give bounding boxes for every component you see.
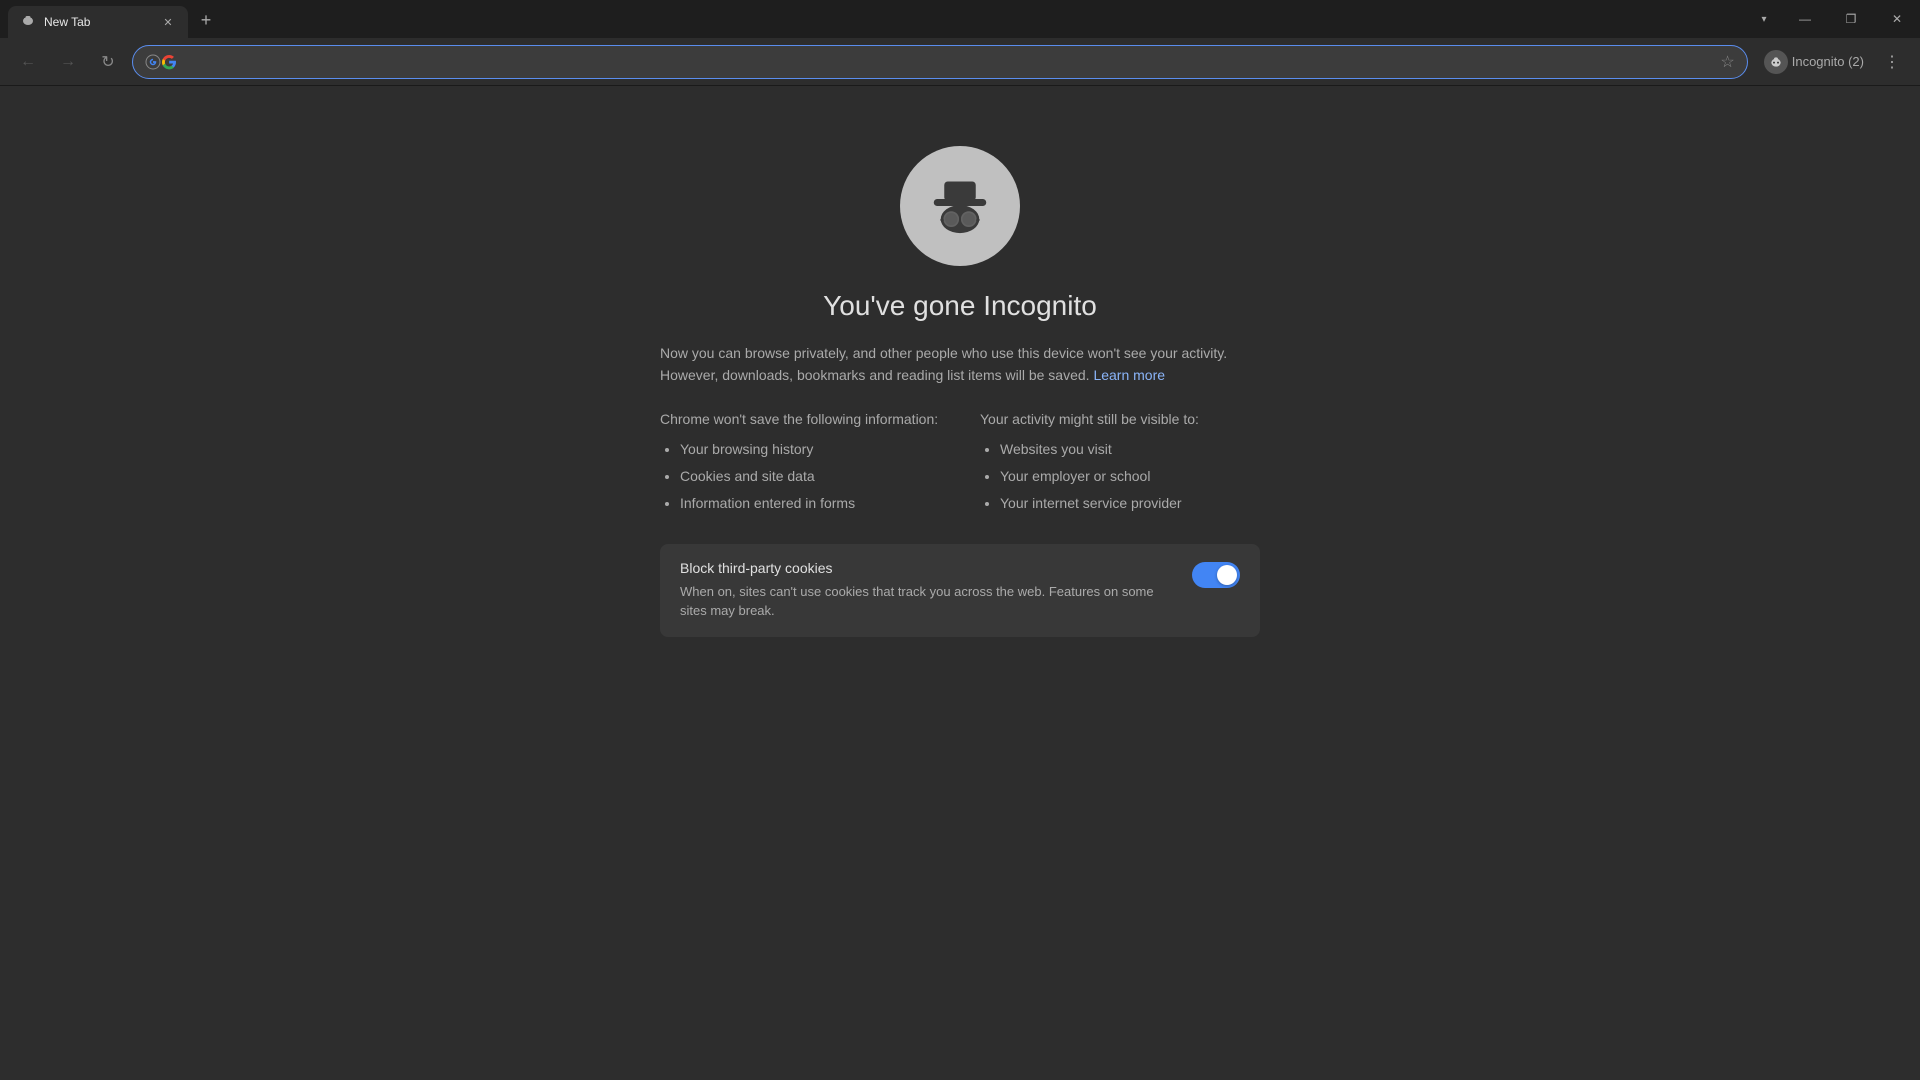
description-line2: However, downloads, bookmarks and readin… xyxy=(660,367,1090,383)
cookie-block-text: Block third-party cookies When on, sites… xyxy=(680,560,1176,621)
reload-button[interactable]: ↻ xyxy=(92,46,124,78)
tab-close-button[interactable]: ✕ xyxy=(160,14,176,30)
incognito-avatar xyxy=(1764,50,1788,74)
list-item: Cookies and site data xyxy=(680,466,940,487)
cookie-block-title: Block third-party cookies xyxy=(680,560,1176,576)
back-button[interactable]: ← xyxy=(12,46,44,78)
activity-visible-list: Websites you visit Your employer or schoo… xyxy=(980,439,1260,514)
list-item: Your employer or school xyxy=(1000,466,1260,487)
active-tab[interactable]: New Tab ✕ xyxy=(8,6,188,38)
incognito-main: You've gone Incognito Now you can browse… xyxy=(660,146,1260,637)
toolbar: ← → ↻ xyxy=(0,38,1920,86)
forward-button[interactable]: → xyxy=(52,46,84,78)
list-item: Your internet service provider xyxy=(1000,493,1260,514)
chrome-wont-save-title: Chrome won't save the following informat… xyxy=(660,411,940,427)
learn-more-link[interactable]: Learn more xyxy=(1093,367,1165,383)
browser-chrome: New Tab ✕ + ▾ — ❐ ✕ ← → xyxy=(0,0,1920,1080)
incognito-logo xyxy=(900,146,1020,266)
chrome-wont-save-column: Chrome won't save the following informat… xyxy=(660,411,940,520)
description-line1: Now you can browse privately, and other … xyxy=(660,345,1227,361)
list-item: Websites you visit xyxy=(1000,439,1260,460)
tab-strip: New Tab ✕ + xyxy=(8,0,220,38)
incognito-profile-button[interactable]: Incognito (2) xyxy=(1756,46,1872,78)
incognito-title: You've gone Incognito xyxy=(823,290,1097,322)
activity-visible-column: Your activity might still be visible to:… xyxy=(980,411,1260,520)
cookie-toggle[interactable] xyxy=(1192,562,1240,588)
cookie-block-description: When on, sites can't use cookies that tr… xyxy=(680,582,1176,621)
chrome-wont-save-list: Your browsing history Cookies and site da… xyxy=(660,439,940,514)
list-item: Information entered in forms xyxy=(680,493,940,514)
maximize-button[interactable]: ❐ xyxy=(1828,0,1874,38)
incognito-description: Now you can browse privately, and other … xyxy=(660,342,1260,387)
window-close-button[interactable]: ✕ xyxy=(1874,0,1920,38)
minimize-button[interactable]: — xyxy=(1782,0,1828,38)
new-tab-button[interactable]: + xyxy=(192,6,220,34)
page-content: You've gone Incognito Now you can browse… xyxy=(0,86,1920,1080)
window-controls: ▾ — ❐ ✕ xyxy=(1750,0,1920,38)
tab-favicon xyxy=(20,14,36,30)
google-icon xyxy=(145,54,161,70)
info-columns: Chrome won't save the following informat… xyxy=(660,411,1260,520)
url-input[interactable] xyxy=(169,54,1712,70)
tab-list-button[interactable]: ▾ xyxy=(1750,5,1778,33)
title-bar: New Tab ✕ + ▾ — ❐ ✕ xyxy=(0,0,1920,38)
bookmark-icon[interactable]: ☆ xyxy=(1720,52,1734,72)
incognito-profile-label: Incognito (2) xyxy=(1792,54,1864,69)
list-item: Your browsing history xyxy=(680,439,940,460)
more-button[interactable]: ⋮ xyxy=(1876,46,1908,78)
address-bar[interactable]: ☆ xyxy=(132,45,1748,79)
activity-visible-title: Your activity might still be visible to: xyxy=(980,411,1260,427)
toolbar-right: Incognito (2) ⋮ xyxy=(1756,46,1908,78)
cookie-block-box: Block third-party cookies When on, sites… xyxy=(660,544,1260,637)
toggle-thumb xyxy=(1217,565,1237,585)
tab-title: New Tab xyxy=(44,15,152,29)
